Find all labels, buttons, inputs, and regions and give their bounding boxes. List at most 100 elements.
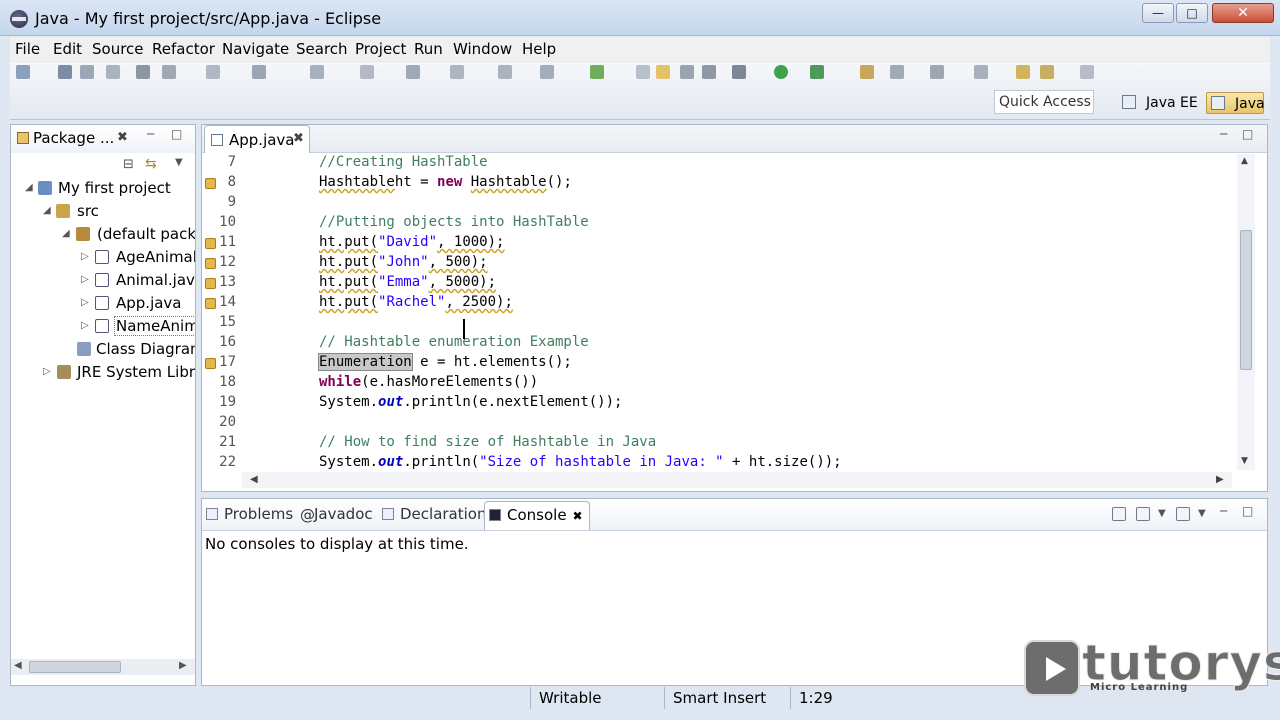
tab-declaration[interactable]: Declaration — [382, 505, 486, 523]
run-external-icon[interactable] — [810, 65, 824, 79]
wizard-icon[interactable] — [360, 65, 374, 79]
menu-help[interactable]: Help — [522, 40, 556, 58]
dropdown-arrow-icon[interactable]: ▼ — [1158, 508, 1166, 519]
quick-access-input[interactable]: Quick Access — [994, 90, 1094, 114]
tab-problems[interactable]: Problems — [206, 505, 293, 523]
whitespace-icon[interactable] — [702, 65, 716, 79]
tab-javadoc[interactable]: @Javadoc — [300, 505, 373, 524]
tree-item-jre[interactable]: ▷ JRE System Library — [11, 361, 195, 383]
tree-item-class-diagram[interactable]: Class Diagram. — [11, 338, 195, 360]
back-icon[interactable] — [1016, 65, 1030, 79]
scroll-thumb[interactable] — [1240, 230, 1252, 370]
editor-tab-app-java[interactable]: App.java ✖ — [204, 125, 310, 153]
link-with-editor-icon[interactable]: ⇆ — [145, 156, 157, 172]
open-console-display-icon[interactable] — [1112, 507, 1126, 521]
next-edit-icon[interactable] — [1080, 65, 1094, 79]
close-window-button[interactable]: ✕ — [1212, 3, 1274, 23]
maximize-view-icon[interactable]: □ — [1242, 504, 1253, 518]
scroll-right-icon[interactable]: ▶ — [179, 660, 187, 671]
scroll-left-icon[interactable]: ◀ — [250, 474, 258, 485]
collapse-all-icon[interactable]: ⊟ — [123, 157, 134, 172]
package-explorer-tab[interactable]: Package ... — [17, 129, 114, 147]
debug-tool-icon[interactable] — [310, 65, 324, 79]
scroll-left-icon[interactable]: ◀ — [14, 660, 22, 671]
toggle-icon[interactable] — [162, 65, 176, 79]
tree-item-nameanimal[interactable]: ▷ NameAnimal — [11, 315, 195, 337]
code-area[interactable]: 7 //Creating HashTable 8 Hashtableht = new … — [202, 154, 1232, 470]
code-line[interactable]: 17 Enumeration e = ht.elements(); — [202, 353, 1232, 374]
open-folder-icon[interactable] — [860, 65, 874, 79]
annotation-icon[interactable] — [974, 65, 988, 79]
code-line[interactable]: 7 //Creating HashTable — [202, 154, 1232, 174]
menu-project[interactable]: Project — [355, 40, 406, 58]
tree-item-animal[interactable]: ▷ Animal.java — [11, 269, 195, 291]
tree-item-src[interactable]: ◢ src — [11, 200, 195, 222]
code-line[interactable]: 13 ht.put("Emma", 5000); — [202, 274, 1232, 294]
open-type-icon[interactable] — [450, 65, 464, 79]
deploy-icon[interactable] — [252, 65, 266, 79]
code-line[interactable]: 8 Hashtableht = new Hashtable(); — [202, 174, 1232, 194]
scroll-thumb[interactable] — [29, 661, 121, 673]
skip-breakpoints-icon[interactable] — [136, 65, 150, 79]
scroll-up-icon[interactable]: ▲ — [1241, 156, 1248, 166]
tree-item-ageanimal[interactable]: ▷ AgeAnimalE — [11, 246, 195, 268]
menu-search[interactable]: Search — [296, 40, 348, 58]
run-icon[interactable] — [774, 65, 788, 79]
scroll-right-icon[interactable]: ▶ — [1216, 474, 1224, 485]
code-line[interactable]: 11 ht.put("David", 1000); — [202, 234, 1232, 254]
minimize-editor-icon[interactable]: ─ — [1220, 127, 1227, 141]
close-tab-icon[interactable]: ✖ — [573, 509, 583, 523]
close-tab-icon[interactable]: ✖ — [117, 130, 128, 145]
tab-console[interactable]: Console ✖ — [484, 501, 590, 530]
code-line[interactable]: 14 ht.put("Rachel", 2500); — [202, 294, 1232, 314]
view-menu-icon[interactable]: ▼ — [175, 157, 183, 168]
display-selected-console-icon[interactable] — [1136, 507, 1150, 521]
menu-file[interactable]: File — [15, 40, 40, 58]
collapsed-arrow-icon[interactable]: ▷ — [81, 297, 89, 308]
task-icon[interactable] — [930, 65, 944, 79]
new-icon[interactable] — [16, 65, 30, 79]
menu-run[interactable]: Run — [414, 40, 443, 58]
editor-vscrollbar[interactable]: ▲ ▼ — [1237, 154, 1255, 470]
maximize-editor-icon[interactable]: □ — [1242, 127, 1253, 141]
tool-icon[interactable] — [890, 65, 904, 79]
collapsed-arrow-icon[interactable]: ▷ — [43, 366, 51, 377]
maximize-view-icon[interactable]: □ — [171, 127, 182, 141]
block-selection-icon[interactable] — [680, 65, 694, 79]
collapsed-arrow-icon[interactable]: ▷ — [81, 320, 89, 331]
expanded-arrow-icon[interactable]: ◢ — [43, 205, 51, 216]
code-line[interactable]: 12 ht.put("John", 500); — [202, 254, 1232, 274]
code-line[interactable]: 10 //Putting objects into HashTable — [202, 214, 1232, 234]
expanded-arrow-icon[interactable]: ◢ — [25, 182, 33, 193]
perspective-java[interactable]: Java — [1206, 92, 1265, 114]
view-menu-icon[interactable]: ▼ — [1198, 508, 1206, 519]
code-line[interactable]: 19 System.out.println(e.nextElement()); — [202, 394, 1232, 414]
code-line[interactable]: 21 // How to find size of Hashtable in Ja… — [202, 434, 1232, 454]
code-line[interactable]: 9 — [202, 194, 1232, 214]
collapsed-arrow-icon[interactable]: ▷ — [81, 274, 89, 285]
tree-item-default-package[interactable]: ◢ (default package) — [11, 223, 195, 245]
save-icon[interactable] — [58, 65, 72, 79]
package-explorer-hscrollbar[interactable]: ◀ ▶ — [11, 659, 195, 675]
code-line[interactable]: 22 System.out.println("Size of hashtable … — [202, 454, 1232, 470]
menu-edit[interactable]: Edit — [53, 40, 82, 58]
close-tab-icon[interactable]: ✖ — [293, 131, 304, 146]
code-line[interactable]: 20 — [202, 414, 1232, 434]
search-tool-icon[interactable] — [498, 65, 512, 79]
mark-occurrences-icon[interactable] — [656, 65, 670, 79]
minimize-view-icon[interactable]: ─ — [1220, 504, 1227, 518]
tree-item-app[interactable]: ▷ App.java — [11, 292, 195, 314]
scroll-down-icon[interactable]: ▼ — [1241, 456, 1248, 466]
menu-window[interactable]: Window — [453, 40, 512, 58]
minimize-button[interactable]: — — [1142, 3, 1174, 23]
menu-navigate[interactable]: Navigate — [222, 40, 289, 58]
tree-item-project[interactable]: ◢ My first project — [11, 177, 195, 199]
expanded-arrow-icon[interactable]: ◢ — [62, 228, 70, 239]
collapsed-arrow-icon[interactable]: ▷ — [81, 251, 89, 262]
refresh-icon[interactable] — [590, 65, 604, 79]
maximize-button[interactable]: □ — [1176, 3, 1208, 23]
menu-refactor[interactable]: Refactor — [152, 40, 215, 58]
code-line[interactable]: 16 // Hashtable enumeration Example — [202, 334, 1232, 354]
link-icon[interactable] — [406, 65, 420, 79]
next-annotation-icon[interactable] — [636, 65, 650, 79]
